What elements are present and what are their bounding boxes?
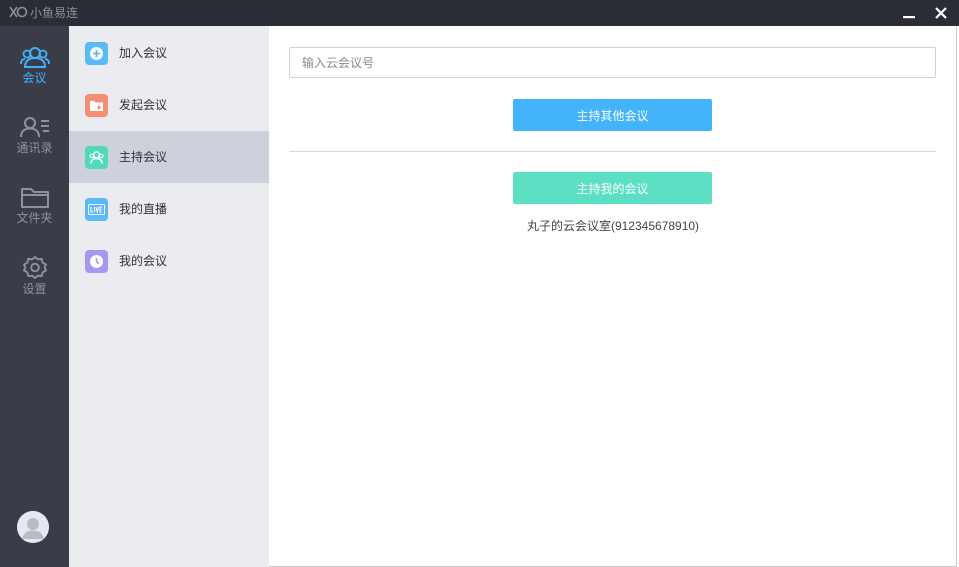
divider xyxy=(289,151,936,152)
rail-label-meeting: 会议 xyxy=(22,71,47,85)
host-other-meeting-button[interactable]: 主持其他会议 xyxy=(513,99,712,131)
submenu-item-host-meeting[interactable]: 主持会议 xyxy=(69,131,269,183)
app-title: 小鱼易连 xyxy=(30,6,79,20)
meeting-submenu: 加入会议 发起会议 主持会议 我的直播 我的会议 xyxy=(69,26,269,567)
rail-label-settings: 设置 xyxy=(22,282,47,296)
close-icon xyxy=(935,7,947,19)
minimize-icon xyxy=(903,16,915,19)
folder-icon xyxy=(20,188,49,208)
host-people-icon xyxy=(85,145,108,169)
submenu-label: 主持会议 xyxy=(119,150,168,164)
meeting-number-input[interactable] xyxy=(289,47,936,78)
submenu-item-my-meetings[interactable]: 我的会议 xyxy=(69,235,269,287)
meeting-people-icon xyxy=(19,47,50,68)
submenu-item-start-meeting[interactable]: 发起会议 xyxy=(69,79,269,131)
clock-icon xyxy=(85,249,108,273)
nav-rail: 会议 通讯录 文件夹 设置 xyxy=(0,26,69,567)
start-meeting-icon xyxy=(85,93,108,117)
rail-label-contacts: 通讯录 xyxy=(16,141,53,155)
app-logo-icon xyxy=(9,6,28,18)
live-icon xyxy=(85,197,108,221)
rail-label-folder: 文件夹 xyxy=(16,211,53,225)
title-bar: 小鱼易连 xyxy=(0,0,959,26)
submenu-label: 发起会议 xyxy=(119,98,168,112)
rail-item-meeting[interactable]: 会议 xyxy=(0,26,69,86)
rail-item-folder[interactable]: 文件夹 xyxy=(0,166,69,226)
submenu-label: 我的会议 xyxy=(119,254,168,268)
close-button[interactable] xyxy=(931,3,951,23)
rail-item-settings[interactable]: 设置 xyxy=(0,236,69,296)
host-my-meeting-button[interactable]: 主持我的会议 xyxy=(513,172,712,204)
rail-item-contacts[interactable]: 通讯录 xyxy=(0,96,69,156)
minimize-button[interactable] xyxy=(899,3,919,23)
gear-icon xyxy=(22,256,47,279)
my-room-name: 丸子的云会议室(912345678910) xyxy=(526,219,700,233)
contacts-icon xyxy=(19,117,49,138)
user-avatar-icon xyxy=(17,511,49,543)
submenu-item-my-live[interactable]: 我的直播 xyxy=(69,183,269,235)
submenu-item-join-meeting[interactable]: 加入会议 xyxy=(69,27,269,79)
submenu-label: 加入会议 xyxy=(119,46,168,60)
plus-circle-icon xyxy=(85,41,108,65)
main-panel: 主持其他会议 主持我的会议 丸子的云会议室(912345678910) xyxy=(269,26,957,567)
submenu-label: 我的直播 xyxy=(119,202,168,216)
avatar[interactable] xyxy=(17,511,49,543)
